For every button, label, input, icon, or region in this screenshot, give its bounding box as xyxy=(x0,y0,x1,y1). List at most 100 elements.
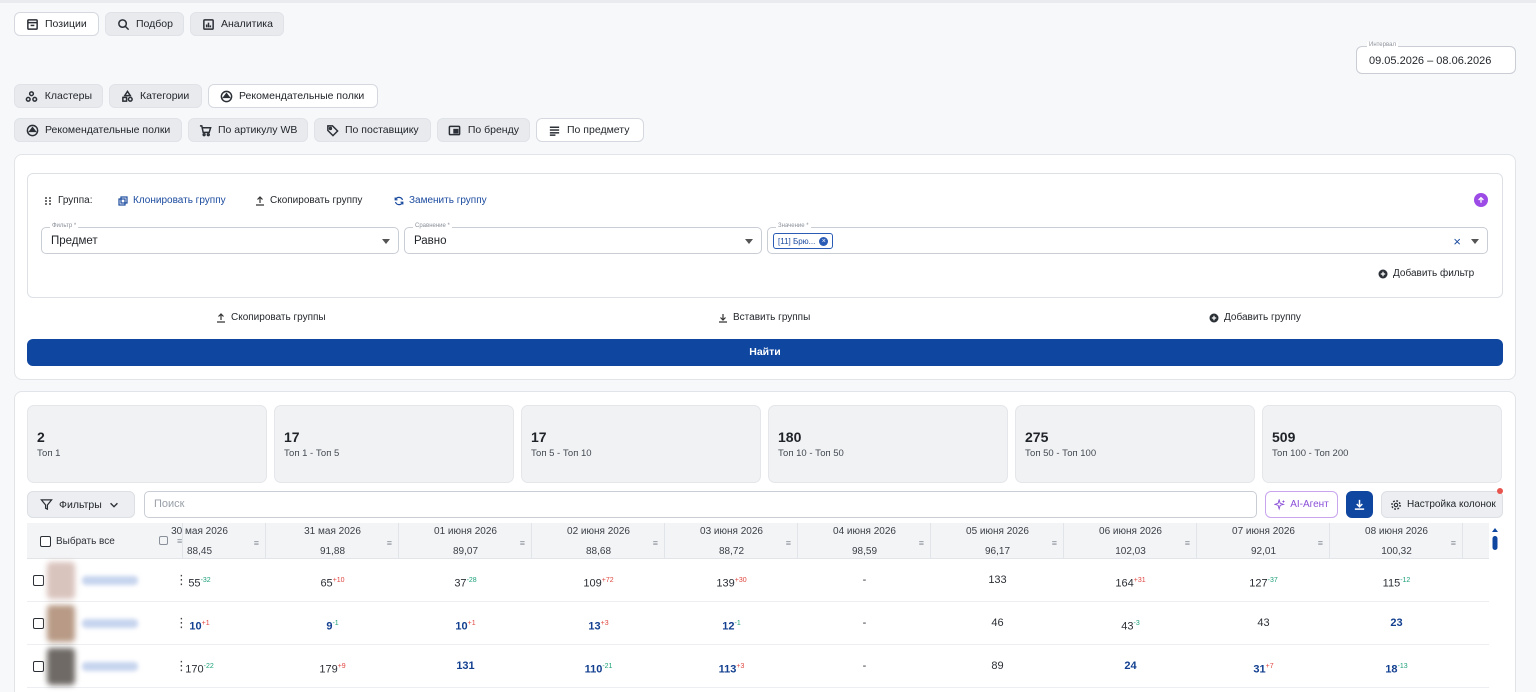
position-cell: 131 xyxy=(399,645,532,688)
tab-selection[interactable]: Подбор xyxy=(105,12,184,36)
menu-lines-icon[interactable]: ≡ xyxy=(1451,538,1456,548)
column-header[interactable]: 02 июня 2026 88,68 ≡ xyxy=(532,523,665,559)
ai-agent-button[interactable]: AI-Агент xyxy=(1265,491,1338,518)
chip-remove-icon[interactable]: × xyxy=(819,236,829,246)
comparison-select[interactable]: Сравнение * Равно xyxy=(404,223,762,254)
row-checkbox[interactable] xyxy=(33,618,44,629)
copy-groups-button[interactable]: Скопировать группы xyxy=(216,312,326,323)
position-cell: 65+10 xyxy=(266,559,399,602)
table-row[interactable]: ⋮ 55-32 65+10 37-28 109+72 139+30-133 164+31 12… xyxy=(27,559,1489,602)
position-cell: 164+31 xyxy=(1064,559,1197,602)
tab-categories[interactable]: Категории xyxy=(109,84,202,108)
stat-card: 275 Топ 50 - Топ 100 xyxy=(1015,405,1255,483)
replace-group-button[interactable]: Заменить группу xyxy=(394,195,487,206)
source-tab-article[interactable]: По артикулу WB xyxy=(188,118,308,142)
tab-positions[interactable]: Позиции xyxy=(14,12,99,36)
collapse-up-icon[interactable] xyxy=(1474,193,1488,207)
product-thumbnail[interactable] xyxy=(47,648,75,685)
position-delta: +7 xyxy=(1265,663,1274,670)
table-row[interactable]: ⋮ 170-22 179+9 131 110-21 113+3-89 24 31+7 18-13 xyxy=(27,645,1489,688)
stat-value: 275 xyxy=(1025,429,1049,445)
row-checkbox[interactable] xyxy=(33,661,44,672)
copy-groups-label: Скопировать группы xyxy=(231,312,326,323)
copy-group-button[interactable]: Скопировать группу xyxy=(255,195,362,206)
position-cell: 23 xyxy=(1330,602,1463,645)
position-cell: - xyxy=(798,602,931,645)
product-thumbnail[interactable] xyxy=(47,605,75,642)
menu-lines-icon[interactable]: ≡ xyxy=(520,538,525,548)
source-tab-brand[interactable]: По бренду xyxy=(437,118,530,142)
source-tab-supplier[interactable]: По поставщику xyxy=(314,118,431,142)
position-value: 110 xyxy=(584,663,603,676)
filter-select[interactable]: Фильтр * Предмет xyxy=(41,223,399,254)
column-header[interactable]: 04 июня 2026 98,59 ≡ xyxy=(798,523,931,559)
clone-group-button[interactable]: Клонировать группу xyxy=(118,195,226,206)
interval-picker[interactable]: Интервал 09.05.2026 – 08.06.2026 xyxy=(1356,42,1516,74)
menu-lines-icon[interactable]: ≡ xyxy=(1052,538,1057,548)
menu-lines-icon[interactable]: ≡ xyxy=(1185,538,1190,548)
menu-lines-icon[interactable]: ≡ xyxy=(653,538,658,548)
find-button[interactable]: Найти xyxy=(27,339,1503,366)
position-cell: 43-3 xyxy=(1064,602,1197,645)
menu-lines-icon[interactable]: ≡ xyxy=(254,538,259,548)
column-header[interactable]: 03 июня 2026 88,72 ≡ xyxy=(665,523,798,559)
menu-lines-icon[interactable]: ≡ xyxy=(919,538,924,548)
table-row[interactable]: ⋮ 10+1 9-1 10+1 13+3 12-1-46 43-3 43 23 xyxy=(27,602,1489,645)
column-header[interactable]: 06 июня 2026 102,03 ≡ xyxy=(1064,523,1197,559)
source-tab-shelves[interactable]: Рекомендательные полки xyxy=(14,118,182,142)
search-icon xyxy=(116,17,130,31)
chevron-down-icon xyxy=(109,502,118,508)
column-header[interactable]: 31 мая 2026 91,88 ≡ xyxy=(266,523,399,559)
column-header[interactable]: 30 мая 2026 88,45 ≡ xyxy=(133,523,266,559)
select-all-checkbox[interactable] xyxy=(40,536,51,547)
column-header[interactable]: 07 июня 2026 92,01 ≡ xyxy=(1197,523,1330,559)
clear-icon[interactable]: × xyxy=(1453,234,1461,249)
caret-down-icon[interactable] xyxy=(1471,239,1479,244)
add-group-button[interactable]: Добавить группу xyxy=(1209,312,1301,323)
position-delta: -32 xyxy=(200,577,211,584)
drag-handle-icon[interactable] xyxy=(43,196,53,206)
columns-settings-button[interactable]: Настройка колонок xyxy=(1381,491,1503,518)
column-average: 96,17 xyxy=(984,546,1011,557)
position-delta: -3 xyxy=(1133,620,1140,627)
menu-lines-icon[interactable]: ≡ xyxy=(1318,538,1323,548)
tab-recommendation-shelves[interactable]: Рекомендательные полки xyxy=(208,84,378,108)
position-delta: +72 xyxy=(601,577,614,584)
position-delta: +3 xyxy=(600,620,609,627)
upload-icon xyxy=(217,312,225,323)
tab-label: Рекомендательные полки xyxy=(45,124,171,136)
stat-label: Топ 10 - Топ 50 xyxy=(778,448,844,459)
tab-analytics[interactable]: Аналитика xyxy=(190,12,284,36)
plus-circle-icon xyxy=(1209,313,1219,322)
product-thumbnail[interactable] xyxy=(47,562,75,599)
column-header[interactable]: 01 июня 2026 89,07 ≡ xyxy=(399,523,532,559)
position-delta: +3 xyxy=(736,663,745,670)
value-chip[interactable]: [11] Брю... × xyxy=(773,233,834,249)
table-scrollbar[interactable] xyxy=(1490,527,1500,692)
stat-card: 17 Топ 5 - Топ 10 xyxy=(521,405,761,483)
stat-value: 180 xyxy=(778,429,802,445)
add-filter-button[interactable]: Добавить фильтр xyxy=(1378,268,1474,279)
product-link[interactable] xyxy=(82,576,138,585)
column-average: 98,59 xyxy=(851,546,878,557)
values-select[interactable]: Значение * [11] Брю... × × xyxy=(767,223,1488,254)
funnel-icon xyxy=(40,499,53,511)
list-icon xyxy=(547,123,561,137)
column-header[interactable]: 08 июня 2026 100,32 ≡ xyxy=(1330,523,1463,559)
position-value: 131 xyxy=(456,660,475,672)
position-delta: +30 xyxy=(734,577,747,584)
column-header[interactable]: 05 июня 2026 96,17 ≡ xyxy=(931,523,1064,559)
download-button[interactable] xyxy=(1346,491,1373,518)
comparison-select-value: Равно xyxy=(414,235,447,247)
source-tab-subject[interactable]: По предмету xyxy=(536,118,644,142)
row-checkbox[interactable] xyxy=(33,575,44,586)
filters-button[interactable]: Фильтры xyxy=(27,491,135,518)
product-link[interactable] xyxy=(82,662,138,671)
product-link[interactable] xyxy=(82,619,138,628)
menu-lines-icon[interactable]: ≡ xyxy=(387,538,392,548)
search-input[interactable]: Поиск xyxy=(144,491,1257,518)
paste-groups-button[interactable]: Вставить группы xyxy=(718,312,810,323)
download-icon xyxy=(719,313,727,323)
menu-lines-icon[interactable]: ≡ xyxy=(786,538,791,548)
tab-clusters[interactable]: Кластеры xyxy=(14,84,103,108)
